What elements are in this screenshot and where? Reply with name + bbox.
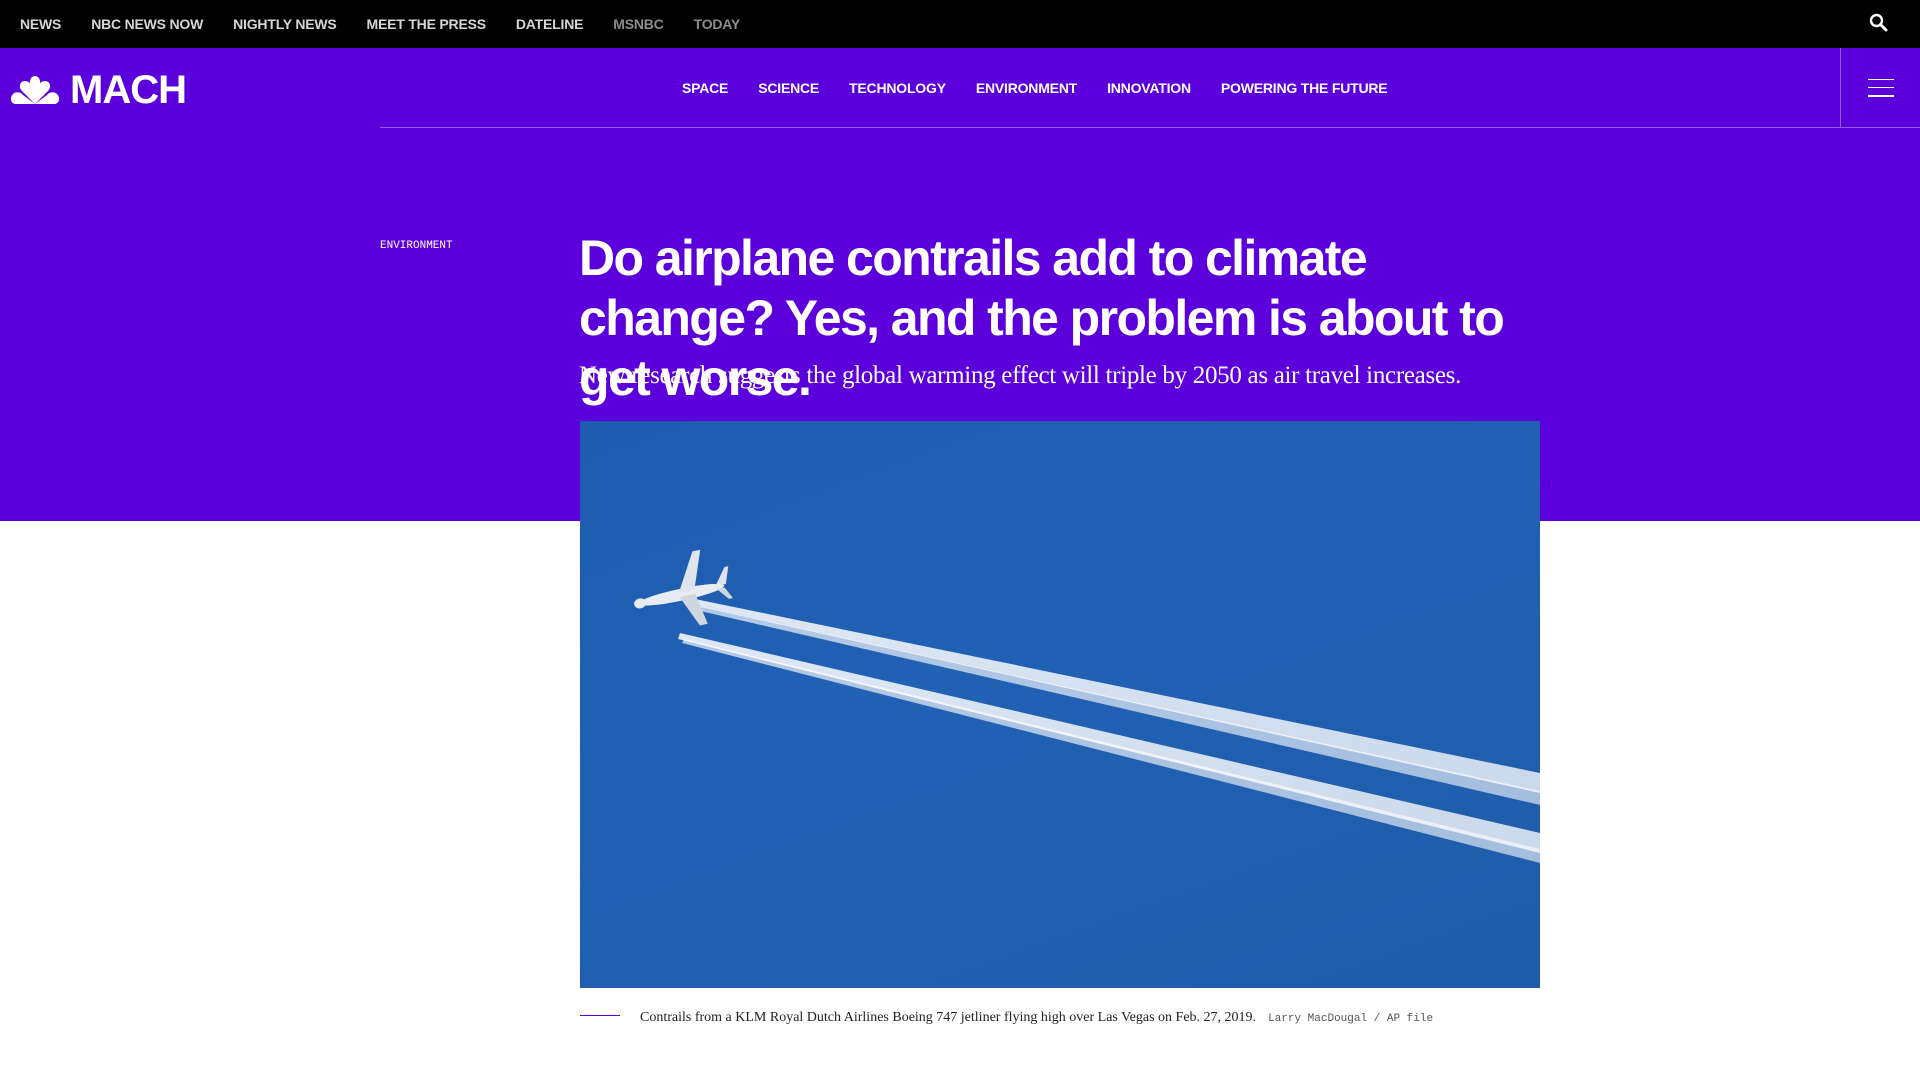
hamburger-menu-icon: [1867, 78, 1894, 97]
section-nav-items: SPACE SCIENCE TECHNOLOGY ENVIRONMENT INN…: [682, 80, 1417, 96]
article-dek: New research suggests the global warming…: [579, 362, 1462, 389]
menu-button[interactable]: [1840, 48, 1920, 128]
photo-caption: Contrails from a KLM Royal Dutch Airline…: [580, 1010, 1540, 1026]
brand-name: MACH: [70, 67, 187, 112]
global-nav-news[interactable]: NEWS: [20, 16, 61, 32]
global-nav-nbc-news-now[interactable]: NBC NEWS NOW: [91, 16, 203, 32]
global-nav: NEWS NBC NEWS NOW NIGHTLY NEWS MEET THE …: [0, 16, 770, 32]
global-nav-bar: NEWS NBC NEWS NOW NIGHTLY NEWS MEET THE …: [0, 0, 1920, 48]
section-nav: SPACE SCIENCE TECHNOLOGY ENVIRONMENT INN…: [380, 48, 1840, 128]
global-nav-today[interactable]: TODAY: [694, 16, 741, 32]
nbc-peacock-icon: [10, 76, 60, 104]
search-icon[interactable]: [1868, 12, 1890, 34]
section-nav-technology[interactable]: TECHNOLOGY: [849, 80, 946, 96]
caption-text: Contrails from a KLM Royal Dutch Airline…: [640, 1010, 1257, 1025]
hero-photo-contrails: [580, 421, 1540, 988]
section-nav-space[interactable]: SPACE: [682, 80, 728, 96]
section-nav-science[interactable]: SCIENCE: [758, 80, 819, 96]
caption-rule: [580, 1015, 620, 1016]
section-nav-innovation[interactable]: INNOVATION: [1107, 80, 1191, 96]
section-nav-environment[interactable]: ENVIRONMENT: [976, 80, 1077, 96]
global-nav-nightly-news[interactable]: NIGHTLY NEWS: [233, 16, 337, 32]
global-nav-dateline[interactable]: DATELINE: [516, 16, 584, 32]
mach-logo[interactable]: MACH: [10, 67, 187, 112]
article-section-label[interactable]: ENVIRONMENT: [380, 240, 453, 252]
global-nav-meet-the-press[interactable]: MEET THE PRESS: [367, 16, 487, 32]
section-nav-powering-the-future[interactable]: POWERING THE FUTURE: [1221, 80, 1388, 96]
global-nav-msnbc[interactable]: MSNBC: [613, 16, 664, 32]
photo-credit: Larry MacDougal / AP file: [1268, 1013, 1434, 1025]
